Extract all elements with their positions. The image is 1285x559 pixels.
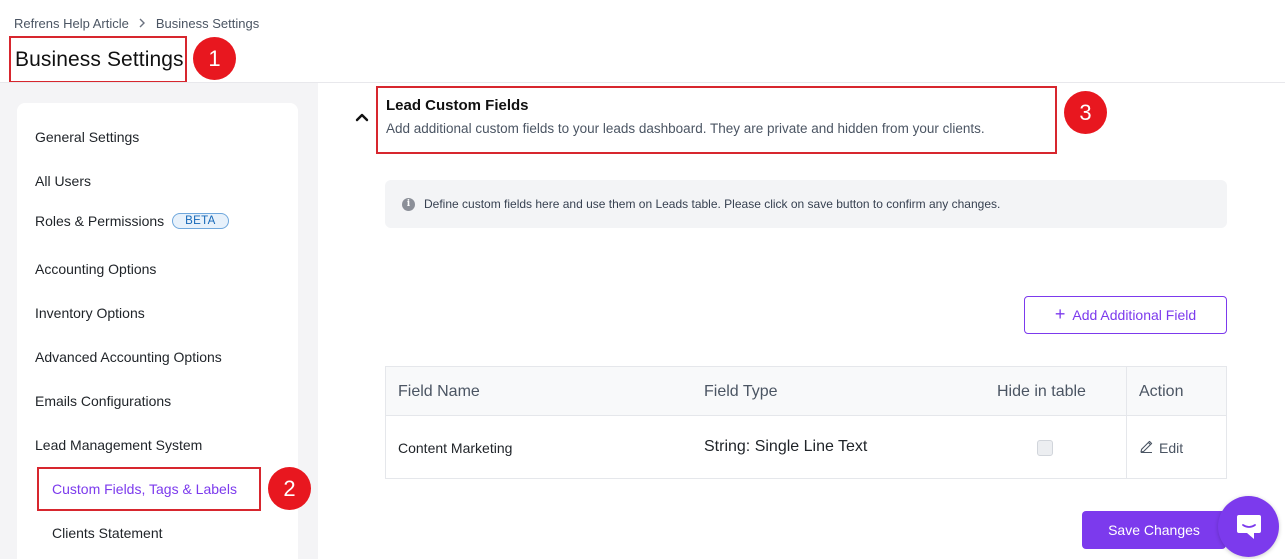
page-title-highlight: Business Settings [9,36,187,83]
sidebar-item-custom-fields-tags-labels[interactable]: Custom Fields, Tags & Labels [52,481,237,497]
column-header-field-name: Field Name [398,383,480,400]
sidebar-item-general-settings[interactable]: General Settings [35,129,139,145]
page: Refrens Help Article Business Settings B… [0,0,1285,559]
add-additional-field-button[interactable]: + Add Additional Field [1024,296,1227,334]
section-title: Lead Custom Fields [386,97,529,114]
field-type-cell: String: Single Line Text [704,438,868,455]
info-banner: i Define custom fields here and use them… [385,180,1227,228]
field-name-cell: Content Marketing [398,440,513,456]
chevron-up-icon[interactable] [355,110,369,122]
sidebar-item-clients-statement[interactable]: Clients Statement [52,525,163,541]
edit-label: Edit [1159,440,1184,456]
info-text: Define custom fields here and use them o… [424,197,1001,211]
column-divider [1126,367,1127,478]
table-header: Field Name Field Type Hide in table Acti… [386,367,1226,416]
sidebar-item-emails-configurations[interactable]: Emails Configurations [35,393,171,409]
column-header-hide-in-table: Hide in table [997,383,1086,400]
section-subtitle: Add additional custom fields to your lea… [386,121,985,136]
hide-in-table-checkbox[interactable] [1037,440,1053,456]
sidebar-item-accounting-options[interactable]: Accounting Options [35,261,156,277]
sidebar-item-label: Lead Management System [35,437,203,453]
sidebar-item-label: Custom Fields, Tags & Labels [52,481,237,497]
sidebar-item-label: Accounting Options [35,261,157,277]
sidebar-item-label: Advanced Accounting Options [35,349,222,365]
annotation-badge-2: 2 [268,467,311,510]
sidebar-item-label: All Users [35,173,92,189]
breadcrumb: Refrens Help Article Business Settings [14,16,259,31]
sidebar-item-label: Clients Statement [52,525,163,541]
page-title: Business Settings [15,47,184,71]
breadcrumb-current: Business Settings [155,16,260,31]
sidebar-item-label: Inventory Options [35,305,145,321]
pencil-icon [1139,439,1154,457]
sidebar-item-label: Roles & Permissions [35,213,165,229]
add-additional-field-label: Add Additional Field [1072,307,1197,323]
annotation-badge-1: 1 [193,37,236,80]
column-header-action: Action [1139,383,1184,400]
sidebar-item-inventory-options[interactable]: Inventory Options [35,305,145,321]
beta-badge: BETA [172,213,229,229]
sidebar-item-lead-management-system[interactable]: Lead Management System [35,437,202,453]
sidebar-item-all-users[interactable]: All Users [35,173,91,189]
annotation-badge-3: 3 [1064,91,1107,134]
column-header-field-type: Field Type [704,383,778,400]
sidebar-item-label: Emails Configurations [35,393,172,409]
sidebar-item-roles-permissions[interactable]: Roles & Permissions BETA [35,213,229,229]
info-icon: i [402,197,415,211]
chat-bubble-icon[interactable] [1218,496,1279,557]
breadcrumb-link-help[interactable]: Refrens Help Article [14,16,129,31]
plus-icon: + [1054,304,1066,324]
custom-fields-table: Field Name Field Type Hide in table Acti… [385,366,1227,479]
sidebar-item-advanced-accounting-options[interactable]: Advanced Accounting Options [35,349,222,365]
save-changes-button[interactable]: Save Changes [1082,511,1226,549]
breadcrumb-separator-icon [139,16,146,31]
edit-button[interactable]: Edit [1139,439,1183,457]
sidebar-item-label: General Settings [35,129,140,145]
